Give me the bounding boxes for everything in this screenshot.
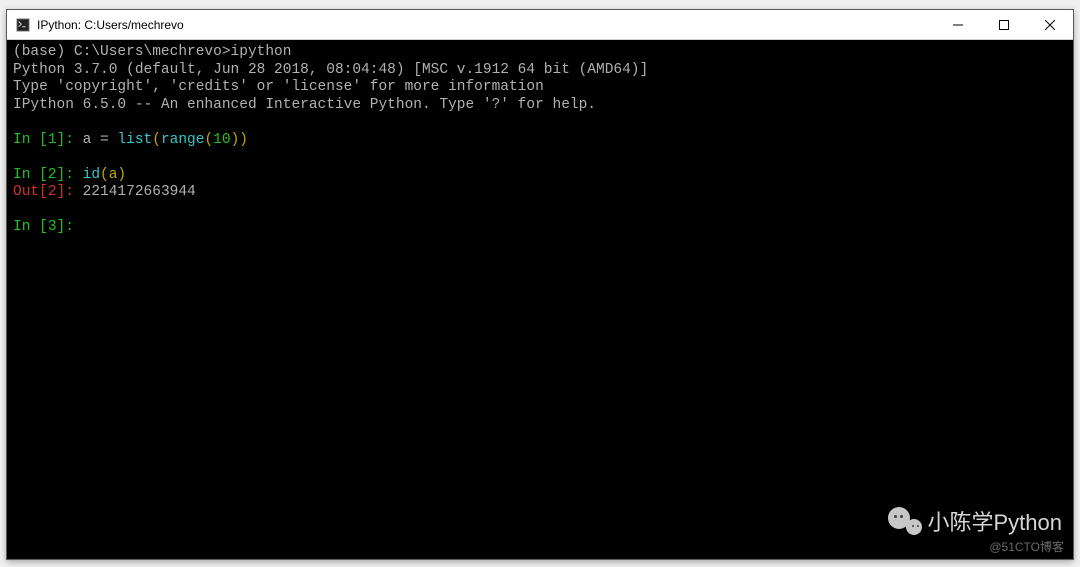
blank-line <box>13 114 1067 132</box>
python-info-line: Type 'copyright', 'credits' or 'license'… <box>13 79 1067 97</box>
shell-path: (base) C:\Users\mechrevo> <box>13 44 231 60</box>
prompt-line: (base) C:\Users\mechrevo>ipython <box>13 44 1067 62</box>
titlebar-left: IPython: C:Users/mechrevo <box>7 17 184 33</box>
ipython-banner-line: IPython 6.5.0 -- An enhanced Interactive… <box>13 97 1067 115</box>
window-title: IPython: C:Users/mechrevo <box>37 18 184 32</box>
watermark-brand: 小陈学Python <box>888 505 1063 537</box>
wechat-icon <box>888 507 922 535</box>
watermark-brand-text: 小陈学Python <box>928 505 1063 537</box>
terminal-body[interactable]: (base) C:\Users\mechrevo>ipython Python … <box>7 40 1073 559</box>
output-2-line: Out[2]: 2214172663944 <box>13 184 1067 202</box>
shell-command: ipython <box>231 44 292 60</box>
blank-line <box>13 149 1067 167</box>
window-controls <box>935 10 1073 39</box>
output-value: 2214172663944 <box>83 184 196 200</box>
watermark-credit: @51CTO博客 <box>989 538 1064 555</box>
close-button[interactable] <box>1027 10 1073 39</box>
terminal-icon <box>15 17 31 33</box>
input-1-line: In [1]: a = list(range(10)) <box>13 132 1067 150</box>
input-3-line: In [3]: <box>13 219 1067 237</box>
input-2-line: In [2]: id(a) <box>13 167 1067 185</box>
maximize-button[interactable] <box>981 10 1027 39</box>
window-titlebar: IPython: C:Users/mechrevo <box>7 10 1073 40</box>
terminal-window: IPython: C:Users/mechrevo (base) C:\User… <box>6 9 1074 560</box>
minimize-button[interactable] <box>935 10 981 39</box>
python-version-line: Python 3.7.0 (default, Jun 28 2018, 08:0… <box>13 62 1067 80</box>
blank-line <box>13 202 1067 220</box>
